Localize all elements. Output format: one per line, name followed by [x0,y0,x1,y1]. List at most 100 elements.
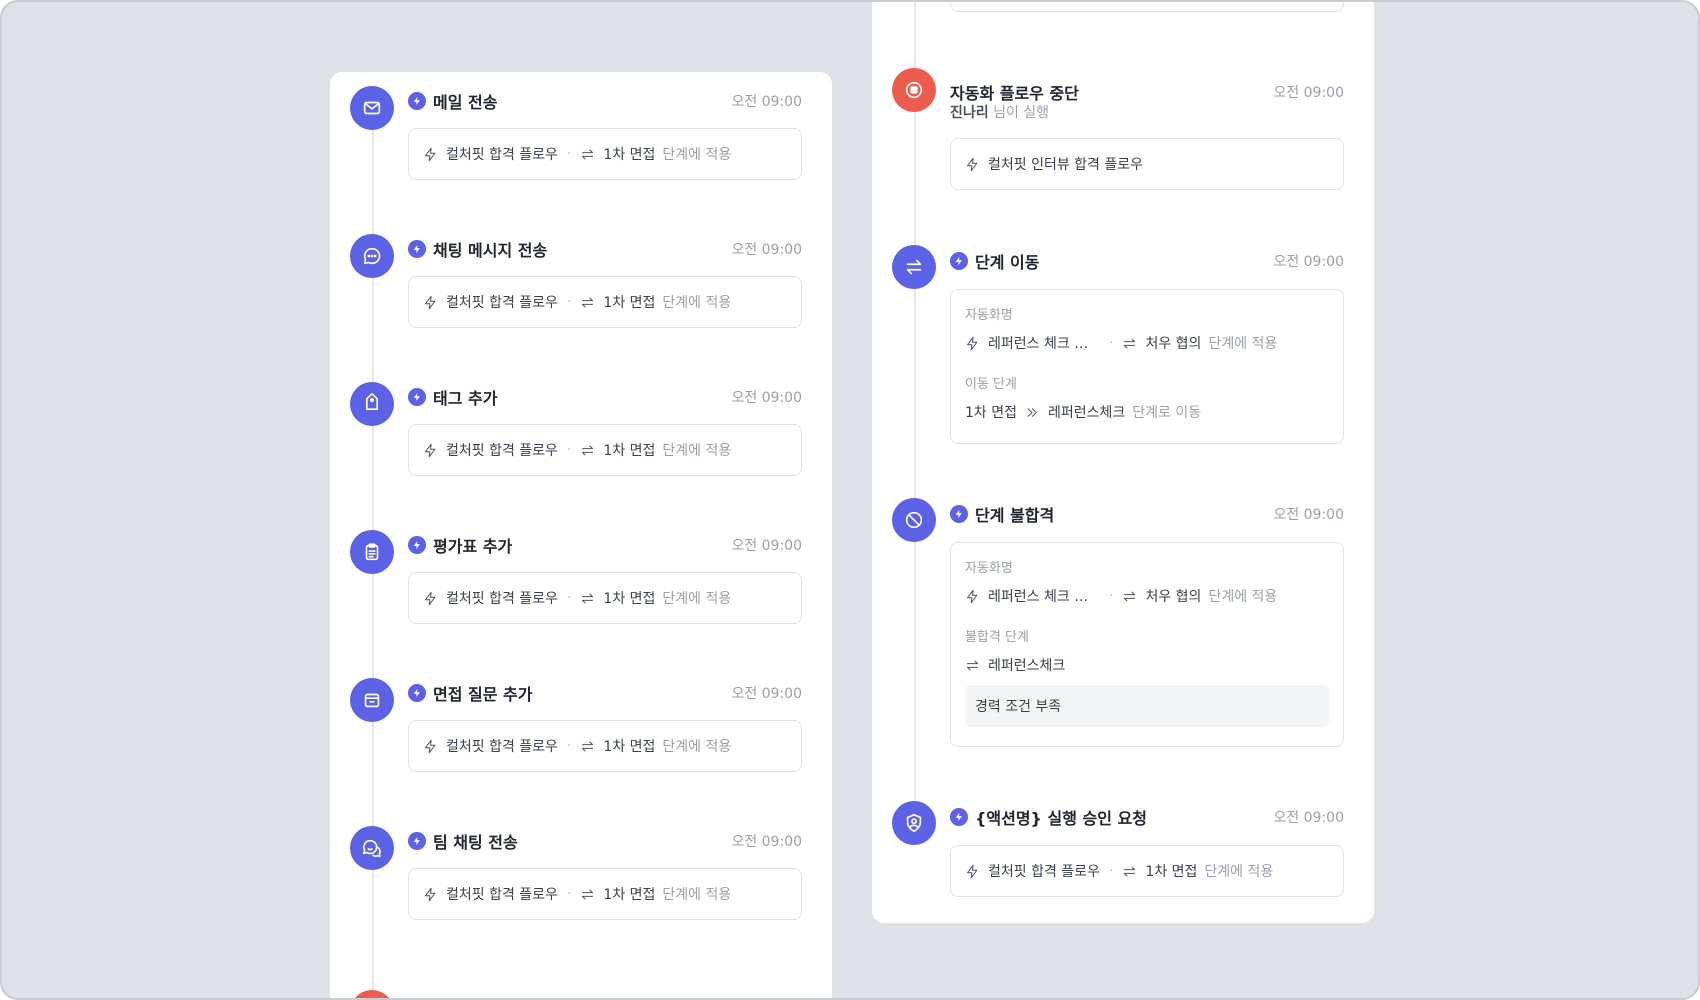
bolt-outline-icon [967,589,978,603]
chat-icon [350,234,394,278]
flow-name: 컬처핏 합격 플로우 [446,591,558,607]
stage-name: 처우 협의 [1145,589,1202,605]
timeline-panel-left: 메일 전송 오전 09:00 컬처핏 합격 플로우 · 1차 면접 단계에 적용 채팅 메시… [330,72,832,998]
bolt-outline-icon [425,147,436,161]
stage-suffix: 단계에 적용 [662,887,732,903]
bolt-outline-icon [425,887,436,901]
swap-small-icon [582,741,594,751]
swap-small-icon [582,149,594,159]
stage-name: 1차 면접 [603,295,656,311]
stage-suffix: 단계에 적용 [662,295,732,311]
shield-user-icon [892,801,936,845]
item-time: 오전 09:00 [731,390,802,406]
bolt-outline-icon [967,336,978,350]
bolt-outline-icon [425,739,436,753]
flow-card: 컬처핏 합격 플로우 · 1차 면접 단계에 적용 [408,868,802,920]
automation-badge-icon [408,684,426,702]
reject-stage-name: 레퍼런스체크 [988,658,1066,674]
from-stage: 1차 면접 [965,405,1017,421]
to-stage: 레퍼런스체크 [1048,405,1126,421]
mail-icon [350,86,394,130]
swap-small-icon [1124,591,1136,601]
item-title: 면접 질문 추가 [433,685,533,704]
executed-by: 진나리 님이 실행 [950,102,1049,122]
item-title: {액션명} 실행 승인 요청 [975,809,1147,828]
automation-badge-icon [408,388,426,406]
flow-name: 컬처핏 합격 플로우 [446,295,558,311]
flow-name: 컬처핏 합격 플로우 [446,739,558,755]
item-time: 오전 09:00 [1273,254,1344,270]
screen-frame: 메일 전송 오전 09:00 컬처핏 합격 플로우 · 1차 면접 단계에 적용 채팅 메시… [0,0,1700,1000]
item-time: 오전 09:00 [731,94,802,110]
item-title: 평가표 추가 [433,537,513,556]
stage-name: 1차 면접 [603,887,656,903]
automation-name-label: 자동화명 [965,561,1013,576]
swap-small-icon [967,660,978,670]
item-title: 단계 불합격 [975,506,1055,525]
flow-card: 컬처핏 합격 플로우 · 1차 면접 단계에 적용 [408,128,802,180]
stop-icon [350,990,394,998]
automation-badge-icon [408,92,426,110]
flow-name: 컬처핏 인터뷰 합격 플로우 [988,157,1144,173]
item-time: 오전 09:00 [731,834,802,850]
item-title: 채팅 메시지 전송 [433,241,548,260]
flow-card: 컬처핏 합격 플로우 · 1차 면접 단계에 적용 [408,720,802,772]
automation-badge-icon [950,252,968,270]
stop-circle-icon [892,68,936,112]
flow-card: 컬처핏 합격 플로우 · 1차 면접 단계에 적용 [408,276,802,328]
stage-suffix: 단계에 적용 [1208,336,1278,352]
tag-icon [350,382,394,426]
timeline-rail [914,2,916,832]
move-stage-label: 이동 단계 [965,377,1017,392]
swap-icon [892,245,936,289]
stage-suffix: 단계에 적용 [1208,589,1278,605]
timeline-panel-right: 자동화 플로우 중단 오전 09:00 진나리 님이 실행 컬처핏 인터뷰 합격… [872,2,1374,923]
automation-name-label: 자동화명 [965,308,1013,323]
bolt-outline-icon [967,864,978,878]
automation-badge-icon [408,832,426,850]
executed-by-suffix: 님이 실행 [993,105,1050,121]
flow-name: 레퍼런스 체크 단계 불합격 플로우 [988,589,1100,605]
stage-name: 1차 면접 [603,739,656,755]
stage-name: 처우 협의 [1145,336,1202,352]
automation-badge-icon [408,536,426,554]
bolt-outline-icon [425,295,436,309]
stage-suffix: 단계에 적용 [662,591,732,607]
item-title: 메일 전송 [433,93,498,112]
stage-name: 1차 면접 [603,147,656,163]
stage-suffix: 단계에 적용 [662,443,732,459]
item-title: 팀 채팅 전송 [433,833,518,852]
automation-badge-icon [950,808,968,826]
bolt-outline-icon [967,157,978,171]
swap-small-icon [582,445,594,455]
swap-small-icon [582,593,594,603]
move-suffix: 단계로 이동 [1132,405,1202,421]
automation-badge-icon [950,505,968,523]
flow-name: 레퍼런스 체크 단계 이동 플로우 [988,336,1100,352]
stage-reject-card: 자동화명 레퍼런스 체크 단계 불합격 플로우 · 처우 협의 단계에 적용 불… [950,542,1344,747]
stage-suffix: 단계에 적용 [662,739,732,755]
stage-suffix: 단계에 적용 [662,147,732,163]
item-time: 오전 09:00 [731,686,802,702]
stage-suffix: 단계에 적용 [1204,864,1274,880]
bolt-outline-icon [425,591,436,605]
swap-small-icon [1124,338,1136,348]
swap-small-icon [582,297,594,307]
item-title: 자동화 플로우 중단 [950,84,1079,103]
reject-reason: 경력 조건 부족 [965,685,1329,727]
user-name: 진나리 [950,105,989,121]
ban-icon [892,498,936,542]
partial-card [950,2,1344,12]
flow-card: 컬처핏 합격 플로우 · 1차 면접 단계에 적용 [950,845,1344,897]
automation-badge-icon [408,240,426,258]
flow-card: 컬처핏 합격 플로우 · 1차 면접 단계에 적용 [408,572,802,624]
item-time: 오전 09:00 [1273,507,1344,523]
flow-name: 컬처핏 합격 플로우 [988,864,1100,880]
flow-name: 컬처핏 합격 플로우 [446,443,558,459]
stage-name: 1차 면접 [603,443,656,459]
item-title: 태그 추가 [433,389,498,408]
item-time: 오전 09:00 [731,538,802,554]
stage-name: 1차 면접 [603,591,656,607]
item-title: 단계 이동 [975,253,1040,272]
double-chevron-right-icon [1027,407,1037,417]
